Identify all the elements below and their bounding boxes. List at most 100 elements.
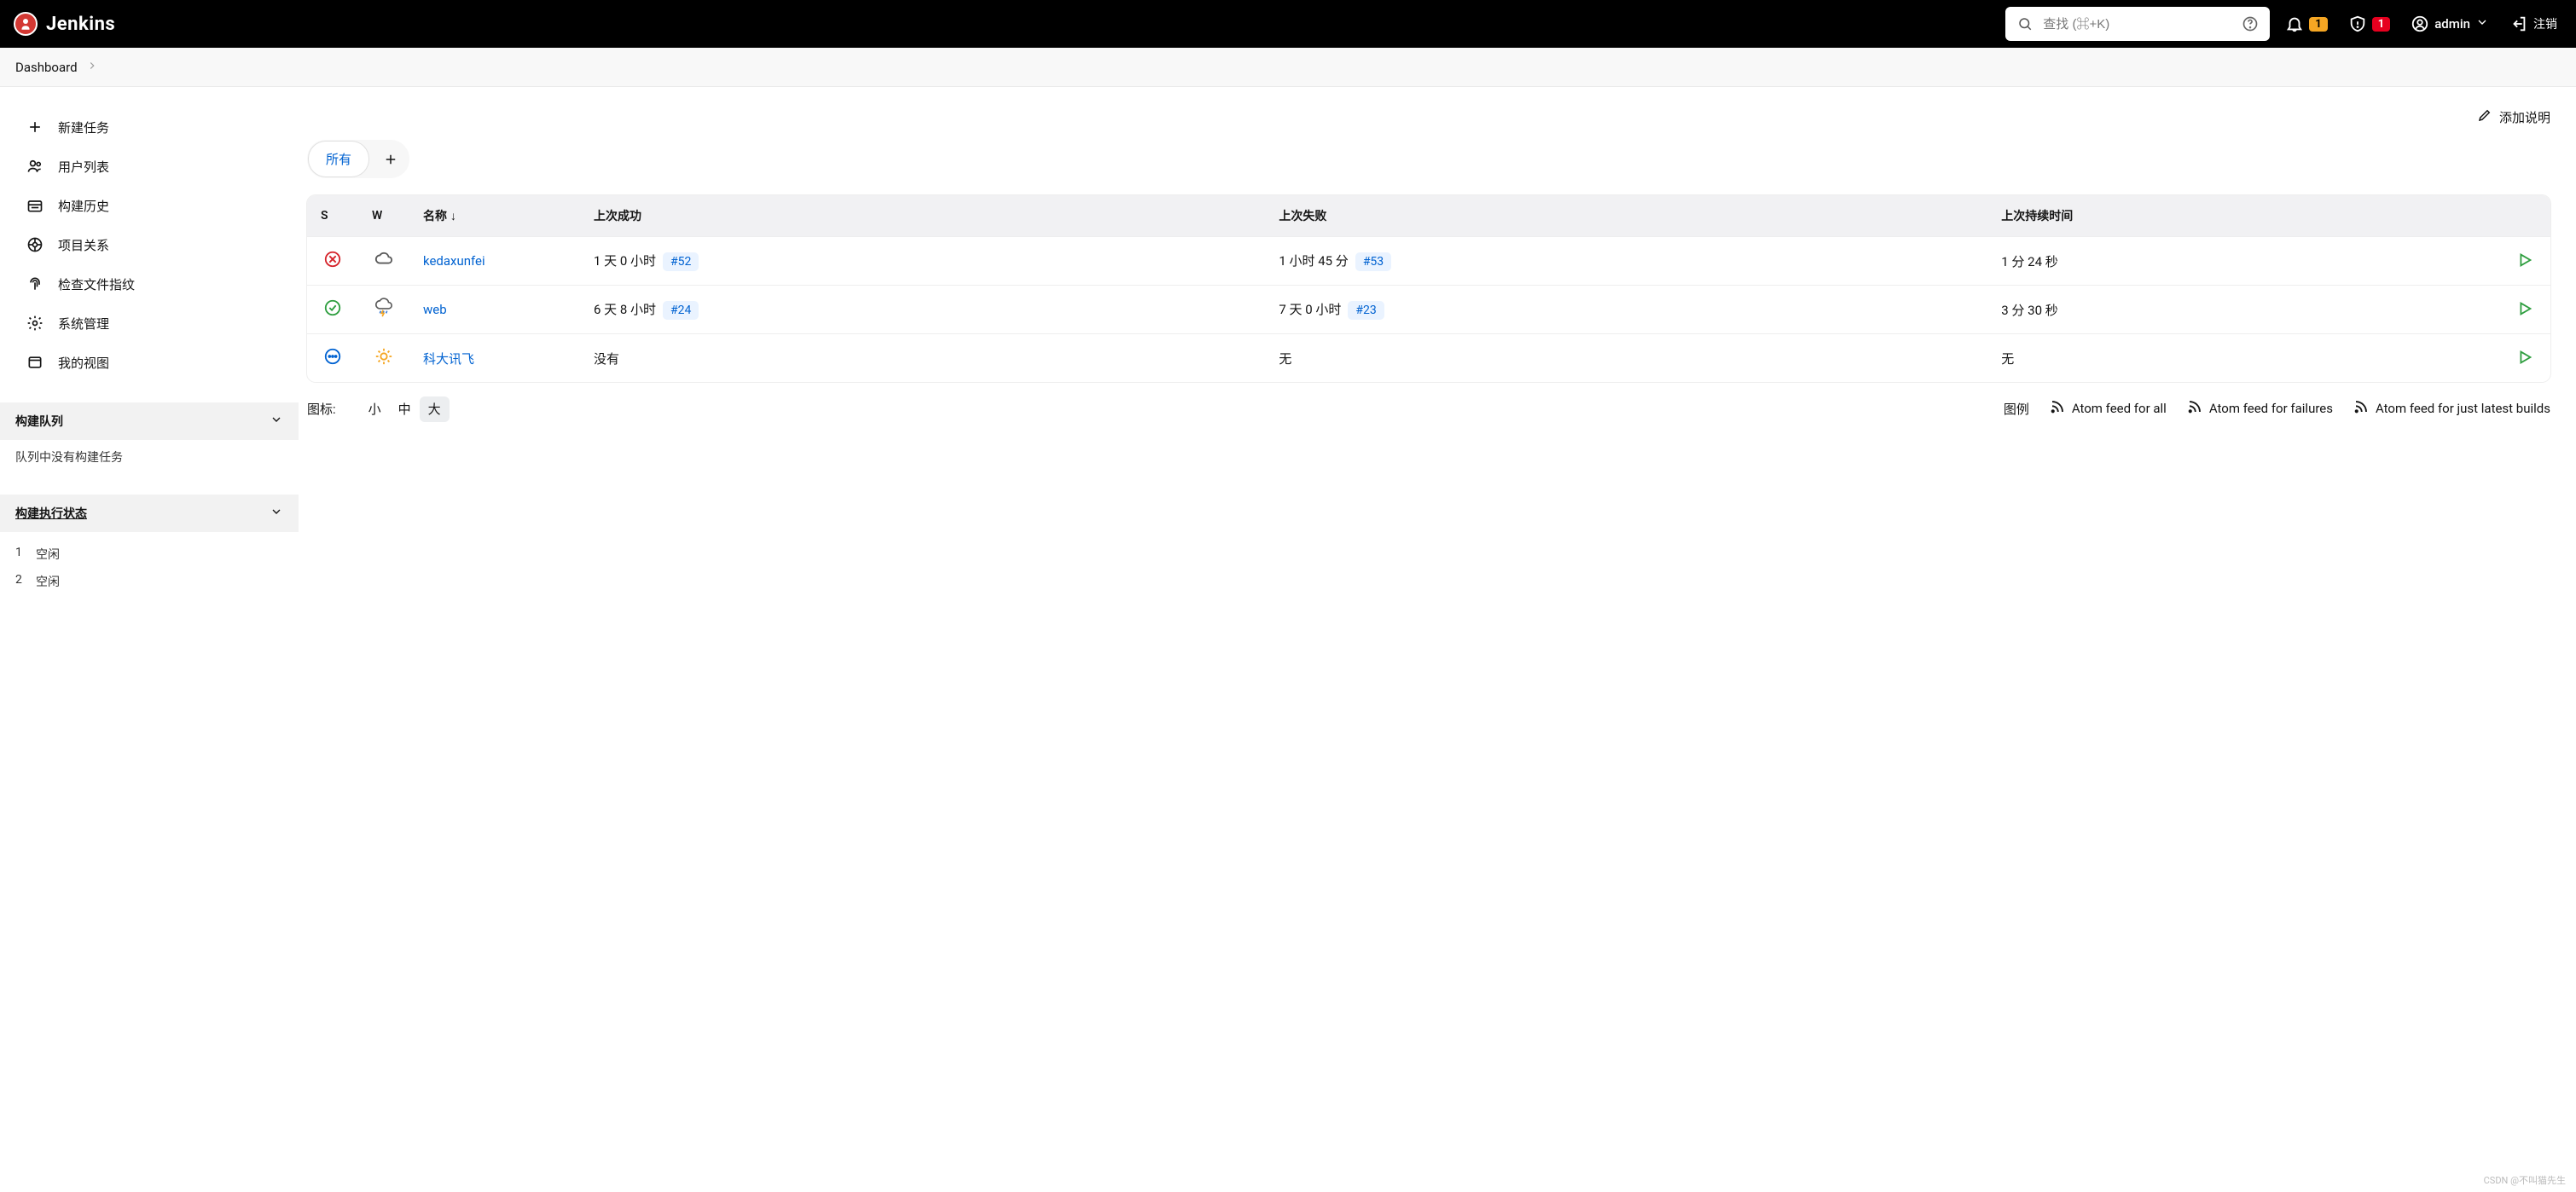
last-duration: 3 分 30 秒 — [1987, 286, 2499, 334]
security-alerts-button[interactable]: 1 — [2343, 7, 2395, 41]
sidebar-item-window[interactable]: 我的视图 — [10, 343, 288, 382]
col-name[interactable]: 名称↓ — [409, 195, 580, 237]
icon-size-option[interactable]: 小 — [360, 396, 390, 422]
icon-size-option[interactable]: 大 — [420, 396, 450, 422]
build-link[interactable]: #53 — [1355, 252, 1391, 271]
table-row: kedaxunfei 1 天 0 小时#521 小时 45 分#531 分 24 … — [307, 237, 2550, 286]
chevron-right-icon — [86, 60, 98, 75]
rss-icon — [2187, 399, 2202, 418]
watermark: CSDN @不叫猫先生 — [2484, 1173, 2566, 1187]
atom-failures-link[interactable]: Atom feed for failures — [2187, 399, 2333, 418]
build-link[interactable]: #23 — [1348, 301, 1384, 320]
sidebar-item-history[interactable]: 构建历史 — [10, 186, 288, 225]
sidebar-item-label: 我的视图 — [58, 354, 109, 372]
history-icon — [26, 196, 44, 215]
search-box[interactable] — [2005, 7, 2270, 41]
relation-icon — [26, 235, 44, 254]
add-view-button[interactable] — [374, 142, 408, 176]
user-name: admin — [2434, 16, 2470, 32]
build-link[interactable]: #24 — [663, 301, 699, 320]
user-icon — [2411, 14, 2429, 33]
sidebar-item-gear[interactable]: 系统管理 — [10, 304, 288, 343]
last-success: 6 天 8 小时#24 — [580, 286, 1265, 334]
table-row: web 6 天 8 小时#247 天 0 小时#233 分 30 秒 — [307, 286, 2550, 334]
col-weather[interactable]: W — [358, 195, 409, 237]
legend-link[interactable]: 图例 — [2004, 400, 2029, 418]
breadcrumb: Dashboard — [0, 48, 2576, 87]
search-icon — [2016, 14, 2034, 33]
brand[interactable]: Jenkins — [14, 12, 115, 36]
chevron-down-icon — [270, 505, 283, 522]
atom-all-link[interactable]: Atom feed for all — [2050, 399, 2167, 418]
job-table: S W 名称↓ 上次成功 上次失败 上次持续时间 kedaxunfei 1 天 0… — [307, 195, 2550, 382]
logout-label: 注销 — [2533, 15, 2557, 32]
sidebar-item-label: 系统管理 — [58, 315, 109, 333]
weather-sun-icon — [374, 347, 393, 366]
last-success: 1 天 0 小时#52 — [580, 237, 1265, 286]
sidebar-item-relation[interactable]: 项目关系 — [10, 225, 288, 264]
job-link[interactable]: kedaxunfei — [423, 253, 485, 269]
jenkins-logo-icon — [14, 12, 38, 36]
sidebar-item-label: 检查文件指纹 — [58, 275, 135, 293]
logout-icon — [2509, 14, 2528, 33]
fingerprint-icon — [26, 275, 44, 293]
sidebar-item-label: 新建任务 — [58, 119, 109, 136]
plus-icon — [26, 118, 44, 136]
user-menu[interactable]: admin — [2405, 7, 2494, 41]
breadcrumb-item[interactable]: Dashboard — [15, 60, 78, 75]
sidebar-item-fingerprint[interactable]: 检查文件指纹 — [10, 264, 288, 304]
chevron-down-icon — [270, 413, 283, 430]
status-pending-icon — [323, 347, 342, 366]
build-queue-title: 构建队列 — [15, 413, 63, 430]
logout-button[interactable]: 注销 — [2504, 7, 2562, 41]
last-duration: 1 分 24 秒 — [1987, 237, 2499, 286]
last-failure: 1 小时 45 分#53 — [1265, 237, 1987, 286]
atom-latest-link[interactable]: Atom feed for just latest builds — [2353, 399, 2550, 418]
job-link[interactable]: 科大讯飞 — [423, 351, 474, 367]
sidebar-item-plus[interactable]: 新建任务 — [10, 107, 288, 147]
table-row: 科大讯飞没有无无 — [307, 334, 2550, 383]
col-last-success[interactable]: 上次成功 — [580, 195, 1265, 237]
search-input[interactable] — [2043, 17, 2232, 32]
status-fail-icon — [323, 250, 342, 269]
build-now-button[interactable] — [2514, 346, 2536, 368]
alert-badge: 1 — [2372, 17, 2390, 32]
col-status[interactable]: S — [307, 195, 358, 237]
col-duration[interactable]: 上次持续时间 — [1987, 195, 2499, 237]
icon-size-option[interactable]: 中 — [390, 396, 420, 422]
sidebar-item-users[interactable]: 用户列表 — [10, 147, 288, 186]
build-now-button[interactable] — [2514, 298, 2536, 320]
pencil-icon — [2477, 107, 2492, 126]
chevron-down-icon — [2475, 15, 2489, 32]
build-queue-header[interactable]: 构建队列 — [0, 402, 299, 440]
col-last-failure[interactable]: 上次失败 — [1265, 195, 1987, 237]
window-icon — [26, 353, 44, 372]
brand-text: Jenkins — [46, 14, 115, 35]
sort-down-icon: ↓ — [450, 210, 456, 223]
bell-icon — [2285, 14, 2304, 33]
last-failure: 7 天 0 小时#23 — [1265, 286, 1987, 334]
build-executors-header[interactable]: 构建执行状态 — [0, 495, 299, 532]
weather-storm-icon — [374, 298, 393, 317]
add-description-button[interactable]: 添加说明 — [2477, 107, 2550, 126]
notif-badge: 1 — [2309, 17, 2327, 32]
executor-row: 2空闲 — [15, 568, 283, 595]
tab-all[interactable]: 所有 — [309, 142, 368, 176]
last-failure: 无 — [1265, 334, 1987, 383]
last-duration: 无 — [1987, 334, 2499, 383]
sidebar-item-label: 项目关系 — [58, 236, 109, 254]
rss-icon — [2353, 399, 2369, 418]
job-link[interactable]: web — [423, 302, 447, 317]
gear-icon — [26, 314, 44, 333]
icon-size-label: 图标: — [307, 400, 336, 418]
status-ok-icon — [323, 298, 342, 317]
sidebar-item-label: 构建历史 — [58, 197, 109, 215]
build-queue-empty: 队列中没有构建任务 — [0, 440, 299, 474]
shield-icon — [2348, 14, 2367, 33]
notifications-button[interactable]: 1 — [2280, 7, 2332, 41]
build-now-button[interactable] — [2514, 249, 2536, 271]
rss-icon — [2050, 399, 2065, 418]
help-icon[interactable] — [2241, 14, 2260, 33]
build-link[interactable]: #52 — [663, 252, 699, 271]
weather-cloud-icon — [374, 250, 393, 269]
